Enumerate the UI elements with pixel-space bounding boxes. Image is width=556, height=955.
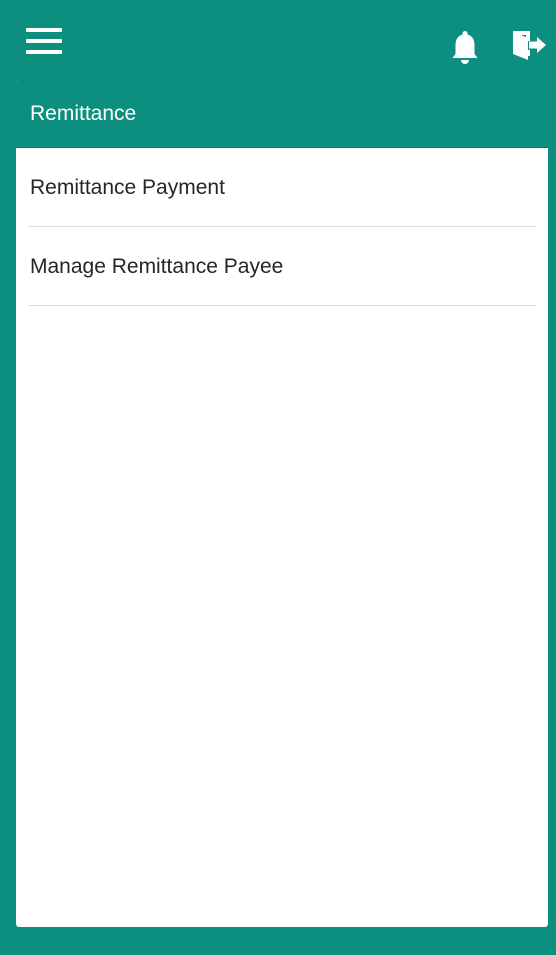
menu-line [26,50,62,54]
bell-icon[interactable] [449,28,481,68]
panel-title: Remittance [30,102,137,125]
menu-line [26,39,62,43]
logout-door-icon[interactable] [508,26,548,66]
top-app-bar [0,0,556,80]
hamburger-menu-icon[interactable] [24,24,66,58]
manage-remittance-payee-item[interactable]: Manage Remittance Payee [28,227,536,306]
menu-line [26,28,62,32]
remittance-payment-item[interactable]: Remittance Payment [28,148,536,227]
panel-header: Remittance [16,81,548,148]
remittance-panel: Remittance Remittance Payment Manage Rem… [16,81,548,927]
remittance-menu-list: Remittance Payment Manage Remittance Pay… [16,148,548,306]
